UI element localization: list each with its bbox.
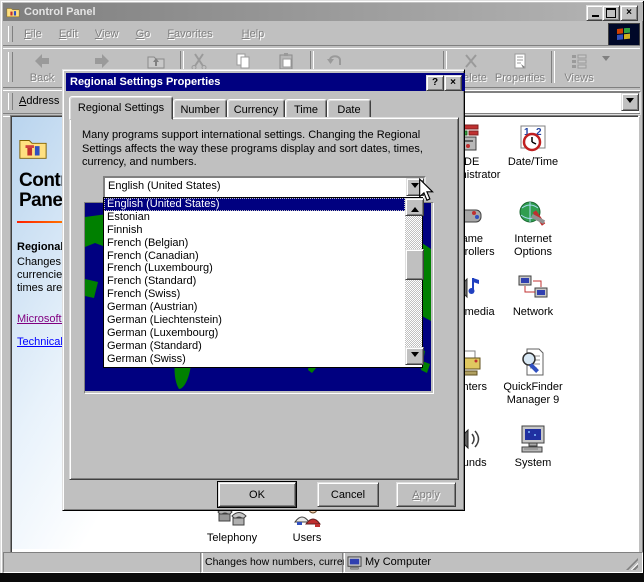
regional-settings-dialog: Regional Settings Properties ? × Regiona… <box>62 69 465 511</box>
up-folder-icon <box>146 51 166 71</box>
internet-options-icon <box>517 199 549 231</box>
list-item[interactable]: German (Standard) <box>104 340 405 353</box>
list-item[interactable]: French (Belgian) <box>104 237 405 250</box>
paste-icon <box>276 51 296 71</box>
list-item[interactable]: French (Swiss) <box>104 288 405 301</box>
properties-icon <box>510 51 530 71</box>
system-icon <box>517 423 549 455</box>
apply-button[interactable]: Apply <box>396 482 456 507</box>
list-item[interactable]: Finnish <box>104 224 405 237</box>
date-time-icon: 12 <box>517 122 549 154</box>
menu-edit[interactable]: Edit <box>52 26 85 42</box>
views-dropdown-icon[interactable] <box>602 56 610 65</box>
dialog-titlebar[interactable]: Regional Settings Properties <box>66 73 465 91</box>
toolbar-back-button[interactable]: Back <box>17 48 67 89</box>
taskbar-edge <box>0 573 644 582</box>
control-panel-folder-icon <box>6 5 20 19</box>
delete-icon <box>461 51 481 71</box>
network-icon <box>517 272 549 304</box>
menu-go[interactable]: Go <box>129 26 158 42</box>
address-grip[interactable] <box>8 93 13 110</box>
cp-item-date-time[interactable]: 12 Date/Time <box>497 122 569 169</box>
close-button[interactable]: × <box>620 5 638 21</box>
statusbar-left-panel <box>3 552 203 573</box>
menu-favorites[interactable]: Favorites <box>160 26 219 42</box>
scroll-down-button[interactable] <box>405 347 424 365</box>
list-item[interactable]: German (Liechtenstein) <box>104 314 405 327</box>
cp-item-internet-options[interactable]: InternetOptions <box>497 199 569 259</box>
mouse-cursor <box>418 178 434 204</box>
views-icon <box>569 51 589 71</box>
scroll-thumb[interactable] <box>405 249 424 280</box>
back-icon <box>32 51 52 71</box>
copy-icon <box>233 51 253 71</box>
maximize-button[interactable] <box>602 5 620 21</box>
address-dropdown-button[interactable] <box>621 93 639 111</box>
toolbar-views-button[interactable]: Views <box>556 48 602 89</box>
control-panel-window: Control Panel × File Edit View Go Favori… <box>0 0 644 582</box>
forward-icon <box>92 51 112 71</box>
menu-grip[interactable] <box>8 26 13 42</box>
list-item[interactable]: French (Canadian) <box>104 250 405 263</box>
control-panel-large-icon <box>18 133 48 166</box>
menu-file[interactable]: File <box>17 26 49 42</box>
toolbar-properties-button[interactable]: Properties <box>493 48 547 89</box>
cut-icon <box>189 51 209 71</box>
my-computer-icon <box>347 556 362 570</box>
toolbar-back-label: Back <box>30 72 54 84</box>
undo-icon <box>325 51 345 71</box>
dialog-description: Many programs support international sett… <box>82 129 423 170</box>
list-item[interactable]: German (Luxembourg) <box>104 327 405 340</box>
list-item[interactable]: Estonian <box>104 211 405 224</box>
ok-button[interactable]: OK <box>218 482 296 507</box>
list-item[interactable]: French (Luxembourg) <box>104 262 405 275</box>
cancel-button[interactable]: Cancel <box>317 482 379 507</box>
cp-item-network[interactable]: Network <box>497 272 569 319</box>
cp-item-system[interactable]: System <box>497 423 569 470</box>
toolbar-views-label: Views <box>564 72 593 84</box>
dialog-title: Regional Settings Properties <box>70 76 220 88</box>
address-label: Address <box>19 95 59 107</box>
cp-item-quickfinder[interactable]: QuickFinderManager 9 <box>497 347 569 407</box>
list-item[interactable]: German (Austrian) <box>104 301 405 314</box>
menu-view[interactable]: View <box>88 26 126 42</box>
list-item[interactable]: English (United States) <box>104 198 405 211</box>
quickfinder-icon <box>517 347 549 379</box>
menu-help[interactable]: Help <box>235 26 272 42</box>
statusbar-zone: My Computer <box>342 552 643 573</box>
statusbar-zone-label: My Computer <box>365 554 431 571</box>
statusbar-description: Changes how numbers, currencies, dates a… <box>200 552 345 573</box>
list-item[interactable]: German (Swiss) <box>104 353 405 366</box>
toolbar-grip[interactable] <box>8 52 13 82</box>
dialog-help-button[interactable]: ? <box>426 75 444 91</box>
combobox-value: English (United States) <box>108 179 221 193</box>
window-title: Control Panel <box>24 6 96 18</box>
windows-logo <box>608 23 640 46</box>
language-dropdown-list: English (United States) Estonian Finnish… <box>103 197 423 368</box>
toolbar-properties-label: Properties <box>495 72 545 84</box>
list-scrollbar[interactable] <box>405 198 422 365</box>
tab-regional-settings[interactable]: Regional Settings <box>69 96 173 120</box>
dialog-close-button[interactable]: × <box>444 75 462 91</box>
window-titlebar[interactable]: Control Panel <box>3 3 643 21</box>
menu-bar: File Edit View Go Favorites Help <box>3 23 640 45</box>
list-item[interactable]: French (Standard) <box>104 275 405 288</box>
